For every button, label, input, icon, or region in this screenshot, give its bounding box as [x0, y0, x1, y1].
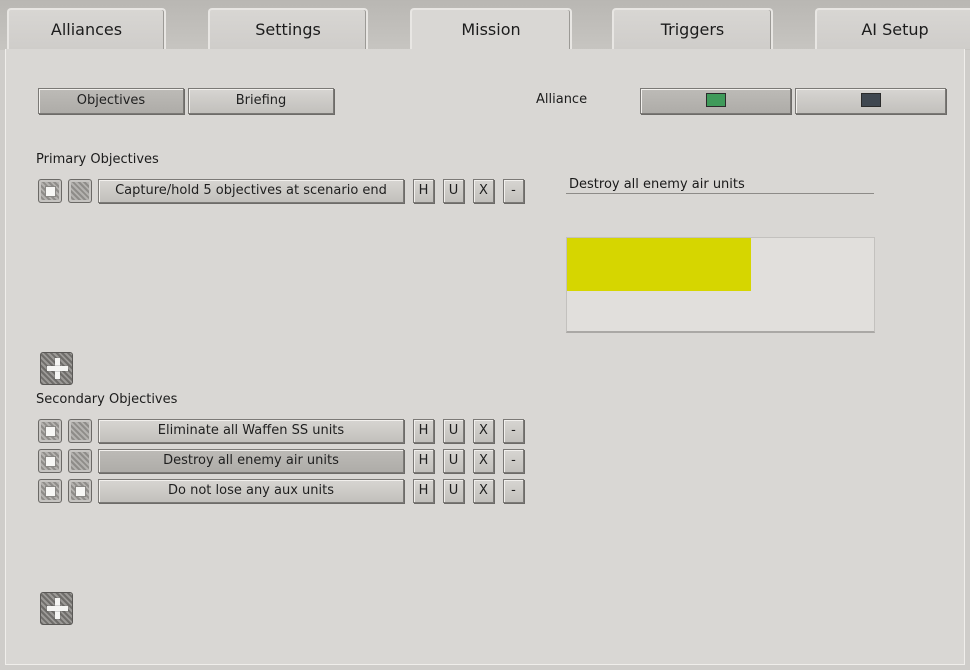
h-button[interactable]: H: [413, 479, 434, 503]
objective-name-button[interactable]: Eliminate all Waffen SS units: [98, 419, 404, 443]
secondary-objectives-heading: Secondary Objectives: [36, 392, 178, 407]
tab-triggers[interactable]: Triggers: [612, 8, 773, 49]
x-button[interactable]: X: [473, 479, 494, 503]
minus-button[interactable]: -: [503, 479, 524, 503]
objective-name-button[interactable]: Capture/hold 5 objectives at scenario en…: [98, 179, 404, 203]
h-button[interactable]: H: [413, 179, 434, 203]
x-button[interactable]: X: [473, 179, 494, 203]
x-button[interactable]: X: [473, 449, 494, 473]
plus-icon[interactable]: [40, 352, 73, 385]
checkbox-icon[interactable]: [38, 479, 62, 503]
checkbox-icon[interactable]: [68, 479, 92, 503]
pattern-icon[interactable]: [68, 449, 92, 473]
color-fill: [567, 238, 752, 291]
plus-icon[interactable]: [40, 592, 73, 625]
x-button[interactable]: X: [473, 419, 494, 443]
tab-alliances[interactable]: Alliances: [7, 8, 166, 49]
minus-button[interactable]: -: [503, 449, 524, 473]
objective-name-field[interactable]: Destroy all enemy air units: [566, 176, 874, 194]
checkbox-icon[interactable]: [38, 179, 62, 203]
checkbox-icon[interactable]: [38, 449, 62, 473]
objective-name-text: Destroy all enemy air units: [569, 177, 745, 192]
h-button[interactable]: H: [413, 449, 434, 473]
objective-name-button[interactable]: Destroy all enemy air units: [98, 449, 404, 473]
objective-name-button[interactable]: Do not lose any aux units: [98, 479, 404, 503]
alliance-color-swatch: [860, 93, 881, 107]
minus-button[interactable]: -: [503, 419, 524, 443]
tab-mission[interactable]: Mission: [410, 8, 572, 52]
h-button[interactable]: H: [413, 419, 434, 443]
u-button[interactable]: U: [443, 419, 464, 443]
tab-settings[interactable]: Settings: [208, 8, 368, 49]
alliance-label: Alliance: [536, 92, 588, 107]
tab-bar: Alliances Settings Mission Triggers AI S…: [0, 0, 970, 52]
alliance-option-1[interactable]: [640, 88, 791, 114]
checkbox-icon[interactable]: [38, 419, 62, 443]
u-button[interactable]: U: [443, 479, 464, 503]
primary-objectives-heading: Primary Objectives: [36, 152, 159, 167]
pattern-icon[interactable]: [68, 179, 92, 203]
u-button[interactable]: U: [443, 449, 464, 473]
briefing-subtab[interactable]: Briefing: [188, 88, 334, 114]
alliance-color-swatch: [705, 93, 726, 107]
pattern-icon[interactable]: [68, 419, 92, 443]
minus-button[interactable]: -: [503, 179, 524, 203]
objective-color-preview[interactable]: [566, 237, 875, 333]
objectives-subtab[interactable]: Objectives: [38, 88, 184, 114]
mission-panel: [5, 49, 965, 665]
tab-ai-setup[interactable]: AI Setup: [815, 8, 970, 49]
alliance-option-2[interactable]: [795, 88, 946, 114]
u-button[interactable]: U: [443, 179, 464, 203]
